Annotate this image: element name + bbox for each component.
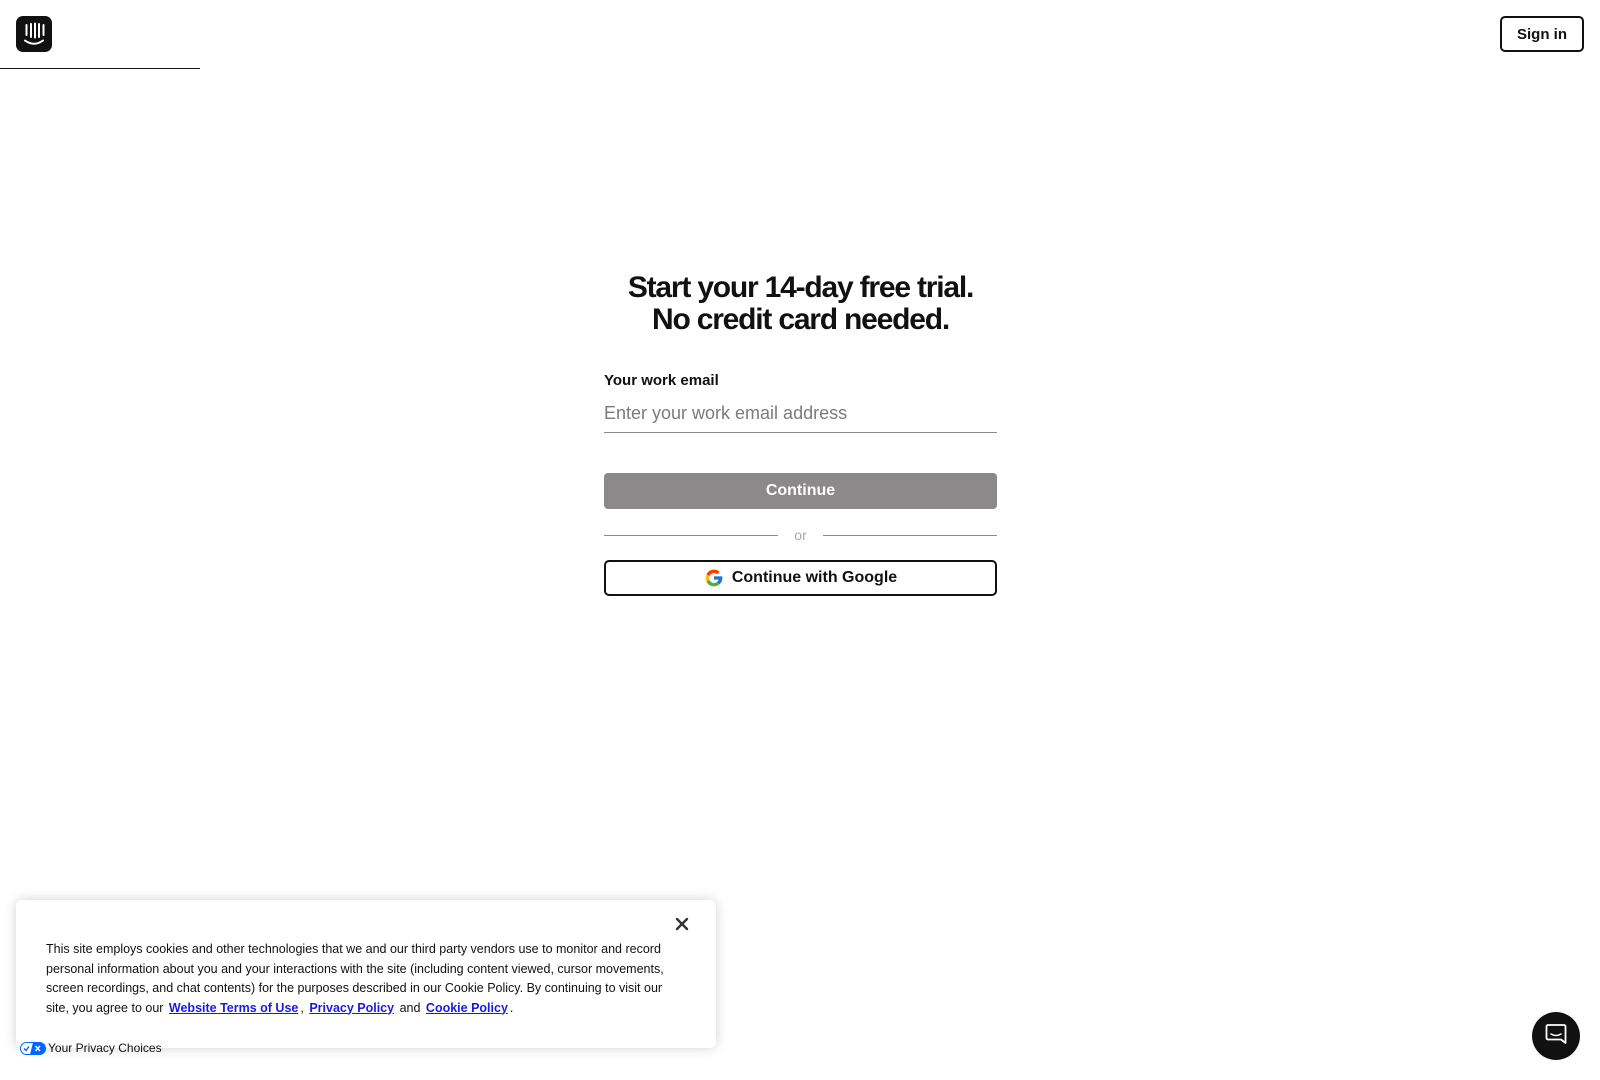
cookie-period: . — [509, 1000, 514, 1015]
intercom-logo-icon[interactable] — [16, 16, 52, 52]
privacy-choices-link[interactable]: Your Privacy Choices — [20, 1041, 162, 1055]
page-title-line1: Start your 14-day free trial. — [627, 271, 975, 304]
divider-text: or — [794, 527, 807, 543]
divider-line-right — [822, 534, 998, 536]
google-button-label: Continue with Google — [731, 569, 898, 586]
privacy-options-icon — [20, 1041, 46, 1055]
email-input[interactable] — [604, 401, 997, 433]
cookie-banner: This site employs cookies and other tech… — [16, 900, 716, 1048]
continue-with-google-button[interactable]: Continue with Google — [604, 560, 997, 596]
cookie-text: This site employs cookies and other tech… — [46, 940, 671, 1018]
sign-in-button[interactable]: Sign in — [1500, 16, 1584, 52]
privacy-policy-link[interactable]: Privacy Policy — [309, 1001, 394, 1015]
cookie-policy-link[interactable]: Cookie Policy — [426, 1001, 508, 1015]
cookie-and: and — [399, 1000, 421, 1015]
signup-form: Start your 14-day free trial. No credit … — [604, 272, 998, 596]
header-underline — [0, 68, 200, 69]
divider-line-left — [604, 534, 779, 536]
cookie-comma: , — [300, 1000, 304, 1015]
or-divider: or — [604, 525, 998, 545]
close-icon[interactable] — [670, 912, 694, 936]
continue-button[interactable]: Continue — [604, 473, 997, 509]
chat-launcher-button[interactable] — [1532, 1012, 1580, 1060]
page-title: Start your 14-day free trial. No credit … — [604, 272, 997, 336]
page-title-line2: No credit card needed. — [651, 303, 950, 336]
privacy-choices-label: Your Privacy Choices — [48, 1041, 162, 1055]
google-g-icon — [704, 568, 724, 588]
chat-bubble-icon — [1544, 1022, 1568, 1051]
terms-of-use-link[interactable]: Website Terms of Use — [169, 1001, 298, 1015]
email-label: Your work email — [604, 372, 719, 389]
